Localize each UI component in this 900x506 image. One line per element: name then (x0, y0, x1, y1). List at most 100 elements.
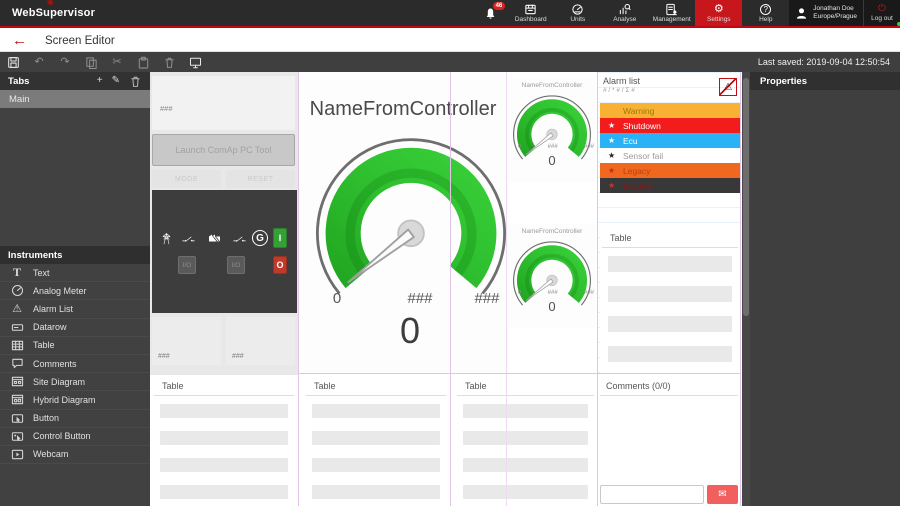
table-widget[interactable]: Table (600, 227, 740, 373)
user-name: Jonathan Doe (813, 5, 857, 13)
delete-tab-button[interactable] (129, 75, 142, 88)
alarm-label: Warning (623, 106, 654, 116)
instrument-item[interactable]: ⚠ Alarm List (0, 300, 150, 318)
table-widget[interactable]: Table (152, 375, 296, 506)
copy-button[interactable] (78, 56, 104, 69)
dashboard-icon (524, 3, 537, 15)
notification-badge: 46 (493, 2, 506, 10)
instrument-item[interactable]: Hybrid Diagram (0, 391, 150, 409)
table-row (608, 346, 732, 362)
instrument-label: Webcam (33, 449, 68, 459)
logout-button[interactable]: ⏻ Log out (863, 0, 900, 26)
table-row (608, 286, 732, 302)
back-button[interactable]: ← (12, 33, 27, 48)
paste-button[interactable] (130, 56, 156, 69)
edit-tab-button[interactable]: ✎ (112, 76, 120, 86)
editor-toolbar: ↶ ↷ ✂ Last saved: 2019-09-04 12:50:54 (0, 52, 900, 72)
top-nav-item[interactable]: Units (554, 0, 601, 26)
alarm-row[interactable]: ★ Shutdown (600, 118, 740, 133)
instrument-item[interactable]: Site Diagram (0, 373, 150, 391)
instrument-item[interactable]: Comments (0, 355, 150, 373)
cut-button[interactable]: ✂ (104, 57, 130, 68)
launch-comap-button[interactable]: Launch ComAp PC Tool (152, 134, 295, 166)
user-region: Europe/Prague (813, 13, 857, 21)
table-icon (10, 338, 24, 352)
instrument-label: Alarm List (33, 304, 73, 314)
gauge-max-label: ### (584, 290, 594, 296)
alarm-row[interactable]: ★ Inactive (600, 178, 740, 193)
gauge-mid-label: ### (548, 144, 558, 150)
instrument-label: Comments (33, 359, 77, 369)
instrument-item[interactable]: Analog Meter (0, 282, 150, 300)
single-line-diagram-widget[interactable]: G I I/O I/O O (152, 190, 297, 313)
websupervisor-app: ✳ WebSupervisor 46 Dashboard Units Analy… (0, 0, 900, 506)
preview-button[interactable] (182, 56, 208, 69)
add-tab-button[interactable]: + (97, 76, 103, 86)
datarow-widget[interactable]: ### (226, 317, 295, 365)
gcb-breaker-button[interactable]: I/O (227, 256, 245, 274)
text-widget[interactable]: ### (152, 76, 295, 130)
brand-logo[interactable]: ✳ WebSupervisor (0, 0, 170, 26)
top-nav-item[interactable]: ⚙ Settings (695, 0, 742, 26)
gauge-value: 0 (298, 310, 522, 352)
properties-title: Properties (760, 76, 807, 87)
table-row (160, 485, 288, 499)
table-title: Table (306, 375, 446, 396)
instrument-item[interactable]: Control Button (0, 428, 150, 446)
top-nav-item[interactable]: ? Help (742, 0, 789, 26)
table-row (312, 404, 440, 418)
table-widget[interactable]: Table (304, 375, 448, 506)
alarm-label: Shutdown (623, 121, 661, 131)
analog-meter-big[interactable]: NameFromController 0 ### ### 0 (298, 72, 508, 373)
alarm-mute-icon[interactable]: ⚠ (719, 78, 737, 96)
gen-breaker-icon (229, 232, 249, 245)
table-row (463, 431, 588, 445)
undo-button[interactable]: ↶ (26, 57, 52, 68)
analog-meter-small[interactable]: NameFromController 0 ### ### 0 (508, 224, 596, 328)
table-widget[interactable]: Table (455, 375, 596, 506)
alarm-star-icon: ★ (608, 121, 616, 130)
save-button[interactable] (0, 56, 26, 69)
instrument-item[interactable]: Datarow (0, 319, 150, 337)
gauge-value: 0 (508, 299, 596, 314)
table-row (463, 485, 588, 499)
top-nav-item[interactable]: Dashboard (507, 0, 554, 26)
top-nav-item[interactable]: Management (648, 0, 695, 26)
editor-canvas[interactable]: ### Launch ComAp PC Tool MODE RESET G I … (150, 72, 742, 506)
gauge-mid-label: ### (548, 290, 558, 296)
gauge-mid-label: ### (395, 290, 445, 307)
delete-button[interactable] (156, 56, 182, 69)
table-row (312, 485, 440, 499)
start-button[interactable]: I (273, 228, 287, 248)
alarm-row[interactable]: ★ Sensor fail (600, 148, 740, 163)
datarow-widget[interactable]: ### (152, 317, 221, 365)
instrument-item[interactable]: Webcam (0, 446, 150, 464)
analog-meter-small[interactable]: NameFromController 0 ### ### 0 (508, 78, 596, 182)
instrument-item[interactable]: Button (0, 410, 150, 428)
stop-button[interactable]: O (273, 256, 287, 274)
top-nav-label: Management (653, 16, 691, 23)
tabs-title: Tabs (8, 76, 29, 87)
user-menu[interactable]: Jonathan Doe Europe/Prague (789, 0, 863, 26)
page-title: Screen Editor (45, 35, 115, 47)
canvas-scrollbar[interactable] (742, 72, 750, 506)
send-comment-button[interactable]: ✉ (707, 485, 738, 504)
comments-widget[interactable]: Comments (0/0) ✉ (598, 375, 740, 506)
alarm-row[interactable]: Warning (600, 103, 740, 118)
notifications-button[interactable]: 46 (473, 0, 507, 26)
mode-button[interactable]: MODE (152, 170, 221, 188)
alarm-row[interactable]: ★ Legacy (600, 163, 740, 178)
instrument-item[interactable]: Table (0, 337, 150, 355)
instrument-item[interactable]: T Text (0, 264, 150, 282)
redo-button[interactable]: ↷ (52, 57, 78, 68)
meter-title: NameFromController (508, 82, 596, 89)
scrollbar-thumb[interactable] (743, 78, 749, 316)
comment-input[interactable] (600, 485, 704, 504)
instrument-label: Analog Meter (33, 286, 87, 296)
mcb-breaker-button[interactable]: I/O (178, 256, 196, 274)
tab-item-main[interactable]: Main (0, 90, 150, 108)
top-nav-item[interactable]: Analyse (601, 0, 648, 26)
reset-button[interactable]: RESET (226, 170, 295, 188)
alarm-row[interactable]: ★ Ecu (600, 133, 740, 148)
alarm-list-widget[interactable]: Alarm list # / * # / Σ # ⚠ Warning ★ Shu… (600, 76, 740, 200)
